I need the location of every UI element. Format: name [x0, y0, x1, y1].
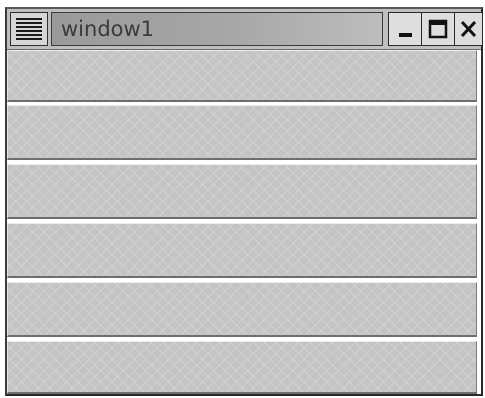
title-area[interactable]: window1 [51, 12, 383, 46]
list-row-4[interactable] [7, 223, 477, 278]
maximize-button[interactable] [421, 12, 455, 46]
close-button[interactable] [454, 12, 483, 46]
minimize-icon [399, 33, 412, 37]
list-row-5[interactable] [7, 282, 477, 337]
application-window: window1 [5, 7, 483, 396]
maximize-icon [428, 19, 448, 39]
list-row-2[interactable] [7, 105, 477, 160]
title-bar[interactable]: window1 [7, 9, 483, 50]
minimize-button[interactable] [388, 12, 422, 46]
window-title: window1 [61, 17, 155, 41]
list-row-3[interactable] [7, 164, 477, 219]
window-menu-icon [16, 18, 42, 40]
list-row-6[interactable] [7, 341, 477, 394]
content-area [7, 50, 481, 394]
window-menu-button[interactable] [10, 12, 48, 46]
close-icon [460, 20, 477, 38]
list-row-1[interactable] [7, 50, 477, 102]
